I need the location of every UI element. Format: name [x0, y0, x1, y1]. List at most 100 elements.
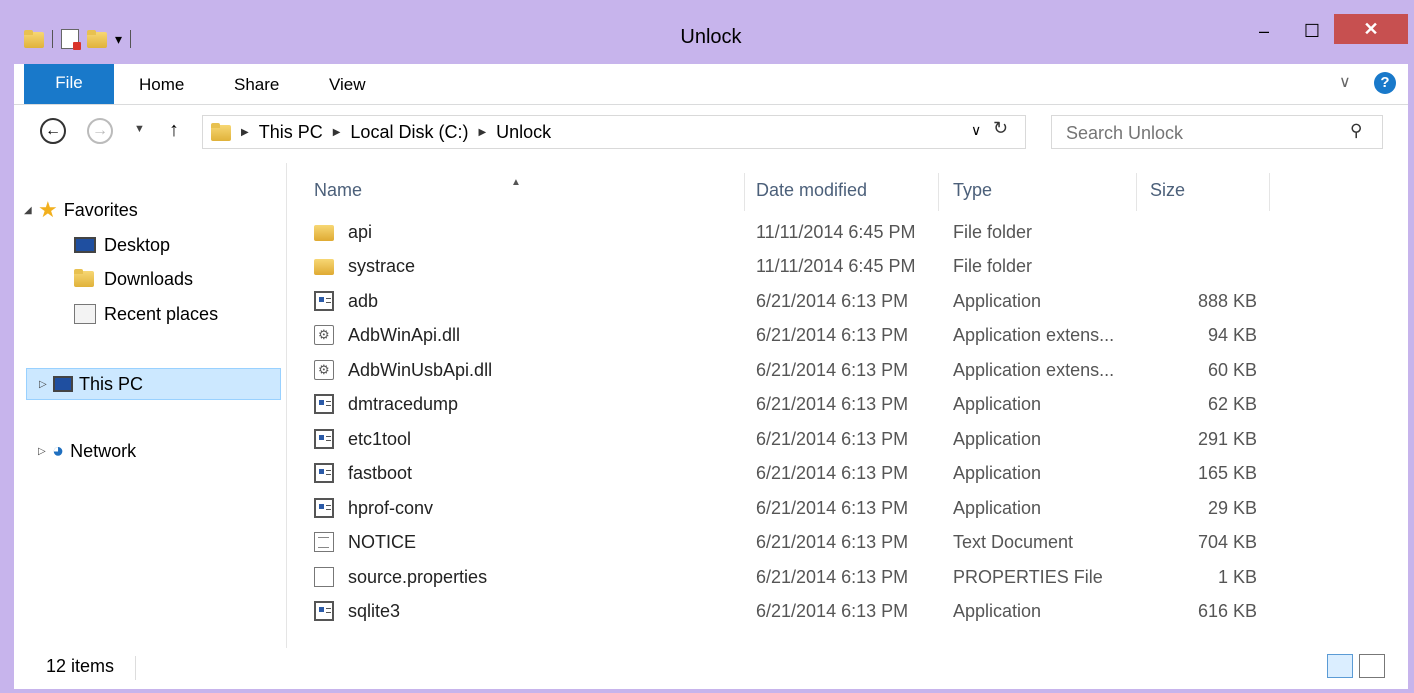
file-type: Application: [953, 291, 1042, 311]
nav-network[interactable]: ▷ ◕ Network: [38, 436, 136, 466]
table-row[interactable]: fastboot 6/21/2014 6:13 PM Application 1…: [314, 456, 1257, 490]
table-row[interactable]: systrace 11/11/2014 6:45 PM File folder: [314, 249, 1254, 283]
up-button[interactable]: ↑: [169, 119, 179, 142]
file-name: hprof-conv: [348, 498, 434, 518]
tab-view[interactable]: View: [329, 64, 366, 104]
file-type: Application: [953, 429, 1042, 449]
file-date: 11/11/2014 6:45 PM: [756, 256, 916, 276]
table-row[interactable]: source.properties 6/21/2014 6:13 PM PROP…: [314, 560, 1257, 594]
recent-places-icon: [74, 304, 96, 324]
nav-favorites[interactable]: ◢ ★ Favorites: [24, 195, 138, 225]
minimize-button[interactable]: –: [1242, 14, 1286, 48]
breadcrumb-unlock[interactable]: Unlock: [496, 122, 551, 143]
nav-downloads-label: Downloads: [104, 268, 194, 289]
file-name: AdbWinApi.dll: [348, 325, 461, 345]
address-dropdown-icon[interactable]: ∨: [971, 122, 981, 139]
address-bar[interactable]: ▶ This PC ▶ Local Disk (C:) ▶ Unlock ∨ ↻: [202, 115, 1026, 149]
file-size: 888 KB: [1197, 291, 1257, 311]
file-date: 6/21/2014 6:13 PM: [756, 429, 909, 449]
window-content: ▾ Unlock – ☐ ✕ File Home Share View ∨ ? …: [14, 14, 1408, 689]
item-count: 12 items: [46, 656, 115, 676]
nav-this-pc-label: This PC: [79, 373, 144, 394]
tab-share[interactable]: Share: [234, 64, 279, 104]
breadcrumb-arrow-icon[interactable]: ▶: [478, 127, 486, 138]
file-date: 6/21/2014 6:13 PM: [756, 567, 909, 587]
large-icons-view-icon[interactable]: [1359, 654, 1385, 678]
table-row[interactable]: api 11/11/2014 6:45 PM File folder: [314, 215, 1254, 249]
column-header-name[interactable]: Name: [314, 175, 362, 211]
application-icon: [314, 291, 334, 311]
file-size: 60 KB: [1207, 360, 1257, 380]
table-row[interactable]: etc1tool 6/21/2014 6:13 PM Application 2…: [314, 422, 1257, 456]
file-name: source.properties: [348, 567, 488, 587]
file-date: 6/21/2014 6:13 PM: [756, 360, 909, 380]
forward-button[interactable]: →: [87, 118, 113, 144]
file-name: dmtracedump: [348, 394, 459, 414]
file-size: 165 KB: [1197, 463, 1257, 483]
table-row[interactable]: hprof-conv 6/21/2014 6:13 PM Application…: [314, 491, 1257, 525]
application-icon: [314, 601, 334, 621]
text-document-icon: [314, 532, 334, 552]
file-size: 29 KB: [1207, 498, 1257, 518]
nav-recent-places-label: Recent places: [104, 303, 219, 324]
folder-icon: [211, 123, 231, 141]
application-icon: [314, 394, 334, 414]
search-icon[interactable]: ⚲: [1350, 121, 1362, 141]
back-button[interactable]: ←: [40, 118, 66, 144]
collapse-arrow-icon[interactable]: ◢: [24, 205, 38, 216]
breadcrumb-arrow-icon[interactable]: ▶: [333, 127, 341, 138]
column-divider[interactable]: [938, 173, 939, 211]
ribbon-tabs: File Home Share View ∨ ?: [14, 64, 1408, 105]
expand-arrow-icon[interactable]: ▷: [38, 446, 52, 457]
file-date: 11/11/2014 6:45 PM: [756, 222, 916, 242]
expand-ribbon-chevron-icon[interactable]: ∨: [1339, 72, 1351, 92]
table-row[interactable]: sqlite3 6/21/2014 6:13 PM Application 61…: [314, 594, 1257, 628]
file-name: etc1tool: [348, 429, 412, 449]
details-view-icon[interactable]: [1327, 654, 1353, 678]
table-row[interactable]: AdbWinApi.dll 6/21/2014 6:13 PM Applicat…: [314, 318, 1257, 352]
column-header-size[interactable]: Size: [1150, 175, 1185, 211]
column-header-type[interactable]: Type: [953, 175, 992, 211]
refresh-icon[interactable]: ↻: [993, 118, 1008, 139]
dll-icon: [314, 360, 334, 380]
file-name: NOTICE: [348, 532, 417, 552]
help-icon[interactable]: ?: [1374, 72, 1396, 94]
table-row[interactable]: AdbWinUsbApi.dll 6/21/2014 6:13 PM Appli…: [314, 353, 1257, 387]
downloads-icon: [74, 269, 96, 289]
recent-locations-icon[interactable]: ▼: [134, 123, 145, 135]
application-icon: [314, 429, 334, 449]
search-input[interactable]: [1064, 116, 1338, 150]
breadcrumb: ▶ This PC ▶ Local Disk (C:) ▶ Unlock: [211, 116, 551, 148]
nav-recent-places[interactable]: Recent places: [74, 299, 218, 329]
expand-arrow-icon[interactable]: ▷: [39, 379, 53, 390]
nav-downloads[interactable]: Downloads: [74, 264, 193, 294]
column-header-date-modified[interactable]: Date modified: [756, 175, 867, 211]
table-row[interactable]: adb 6/21/2014 6:13 PM Application 888 KB: [314, 284, 1257, 318]
search-box[interactable]: ⚲: [1051, 115, 1383, 150]
tab-home[interactable]: Home: [139, 64, 184, 104]
file-size: 62 KB: [1207, 394, 1257, 414]
table-row[interactable]: NOTICE 6/21/2014 6:13 PM Text Document 7…: [314, 525, 1257, 559]
nav-desktop[interactable]: Desktop: [74, 230, 170, 260]
column-divider[interactable]: [1269, 173, 1270, 211]
column-divider[interactable]: [1136, 173, 1137, 211]
file-name: fastboot: [348, 463, 413, 483]
breadcrumb-arrow-icon[interactable]: ▶: [241, 127, 249, 138]
file-size: 616 KB: [1197, 601, 1257, 621]
close-button[interactable]: ✕: [1334, 14, 1408, 44]
column-divider[interactable]: [744, 173, 745, 211]
navigation-bar: ← → ▼ ↑ ▶ This PC ▶ Local Disk (C:) ▶ Un…: [14, 105, 1408, 163]
maximize-button[interactable]: ☐: [1290, 14, 1334, 48]
tab-file[interactable]: File: [24, 64, 114, 104]
file-name: systrace: [348, 256, 416, 276]
sort-ascending-icon: ▲: [511, 177, 521, 188]
star-icon: ★: [38, 197, 58, 222]
breadcrumb-this-pc[interactable]: This PC: [259, 122, 323, 143]
table-row[interactable]: dmtracedump 6/21/2014 6:13 PM Applicatio…: [314, 387, 1257, 421]
file-date: 6/21/2014 6:13 PM: [756, 532, 909, 552]
nav-this-pc[interactable]: ▷ This PC: [26, 368, 281, 400]
blank-file-icon: [314, 567, 334, 587]
file-type: Application: [953, 601, 1042, 621]
breadcrumb-local-disk[interactable]: Local Disk (C:): [350, 122, 468, 143]
desktop-icon: [74, 237, 96, 253]
